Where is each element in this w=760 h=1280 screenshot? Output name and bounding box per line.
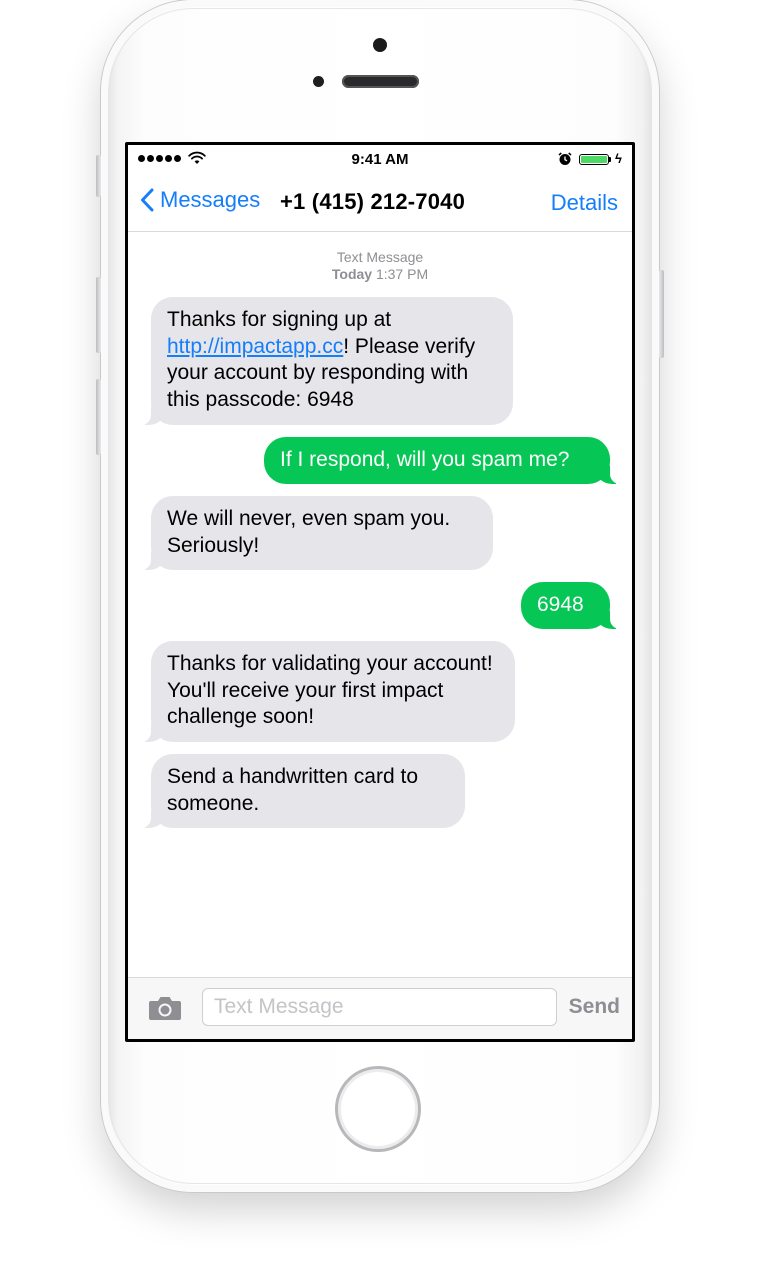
message-bubble-outgoing[interactable]: If I respond, will you spam me? xyxy=(264,437,620,484)
back-label: Messages xyxy=(160,187,261,212)
thread-type-label: Text Message xyxy=(336,249,424,265)
thread-header: Text Message Today 1:37 PM xyxy=(128,249,632,283)
alarm-clock-icon xyxy=(558,152,572,165)
message-text: Send a handwritten card to someone. xyxy=(167,765,418,815)
status-time: 9:41 AM xyxy=(351,151,409,168)
battery-icon xyxy=(579,154,609,165)
status-bar: 9:41 AM ϟ xyxy=(128,145,632,173)
chevron-left-icon xyxy=(141,188,154,212)
battery-cap xyxy=(609,157,611,162)
message-bubble-outgoing[interactable]: 6948 xyxy=(521,582,620,629)
proximity-sensor xyxy=(313,76,324,87)
screen-bezel: 9:41 AM ϟ Messages +1 (415) 212-7040 Det… xyxy=(125,142,635,1042)
message-bubble-incoming[interactable]: We will never, even spam you. Seriously! xyxy=(141,496,493,570)
timestamp-time: 1:37 PM xyxy=(375,266,429,282)
message-link[interactable]: http://impactapp.cc xyxy=(167,335,343,358)
back-button[interactable]: Messages xyxy=(140,187,260,213)
message-bubble-incoming[interactable]: Send a handwritten card to someone. xyxy=(141,754,465,828)
message-text: If I respond, will you spam me? xyxy=(280,448,570,471)
message-bubble-incoming[interactable]: Thanks for signing up at http://impactap… xyxy=(141,297,513,425)
send-button[interactable]: Send xyxy=(569,995,620,1019)
charging-bolt-icon: ϟ xyxy=(615,151,622,166)
messages-screen: 9:41 AM ϟ Messages +1 (415) 212-7040 Det… xyxy=(128,145,632,1039)
composer-bar: Send xyxy=(128,977,632,1039)
message-bubble-incoming[interactable]: Thanks for validating your account! You'… xyxy=(141,641,515,742)
timestamp-day: Today xyxy=(331,266,373,282)
message-text: Thanks for signing up at http://impactap… xyxy=(167,308,476,411)
camera-icon[interactable] xyxy=(148,995,182,1021)
power-button xyxy=(659,270,664,358)
volume-down-button xyxy=(96,379,101,455)
message-input[interactable] xyxy=(202,988,557,1026)
thread-timestamp: Today 1:37 PM xyxy=(128,266,632,283)
message-text: 6948 xyxy=(537,593,584,616)
details-button[interactable]: Details xyxy=(551,190,618,216)
earpiece-speaker xyxy=(342,75,419,88)
volume-up-button xyxy=(96,277,101,353)
front-camera xyxy=(373,38,387,52)
message-text: Thanks for validating your account! You'… xyxy=(167,652,493,728)
message-text: We will never, even spam you. Seriously! xyxy=(167,507,451,557)
nav-bar: Messages +1 (415) 212-7040 Details xyxy=(128,173,632,232)
home-button[interactable] xyxy=(335,1066,421,1152)
mute-switch xyxy=(96,155,101,197)
contact-title: +1 (415) 212-7040 xyxy=(280,189,466,214)
